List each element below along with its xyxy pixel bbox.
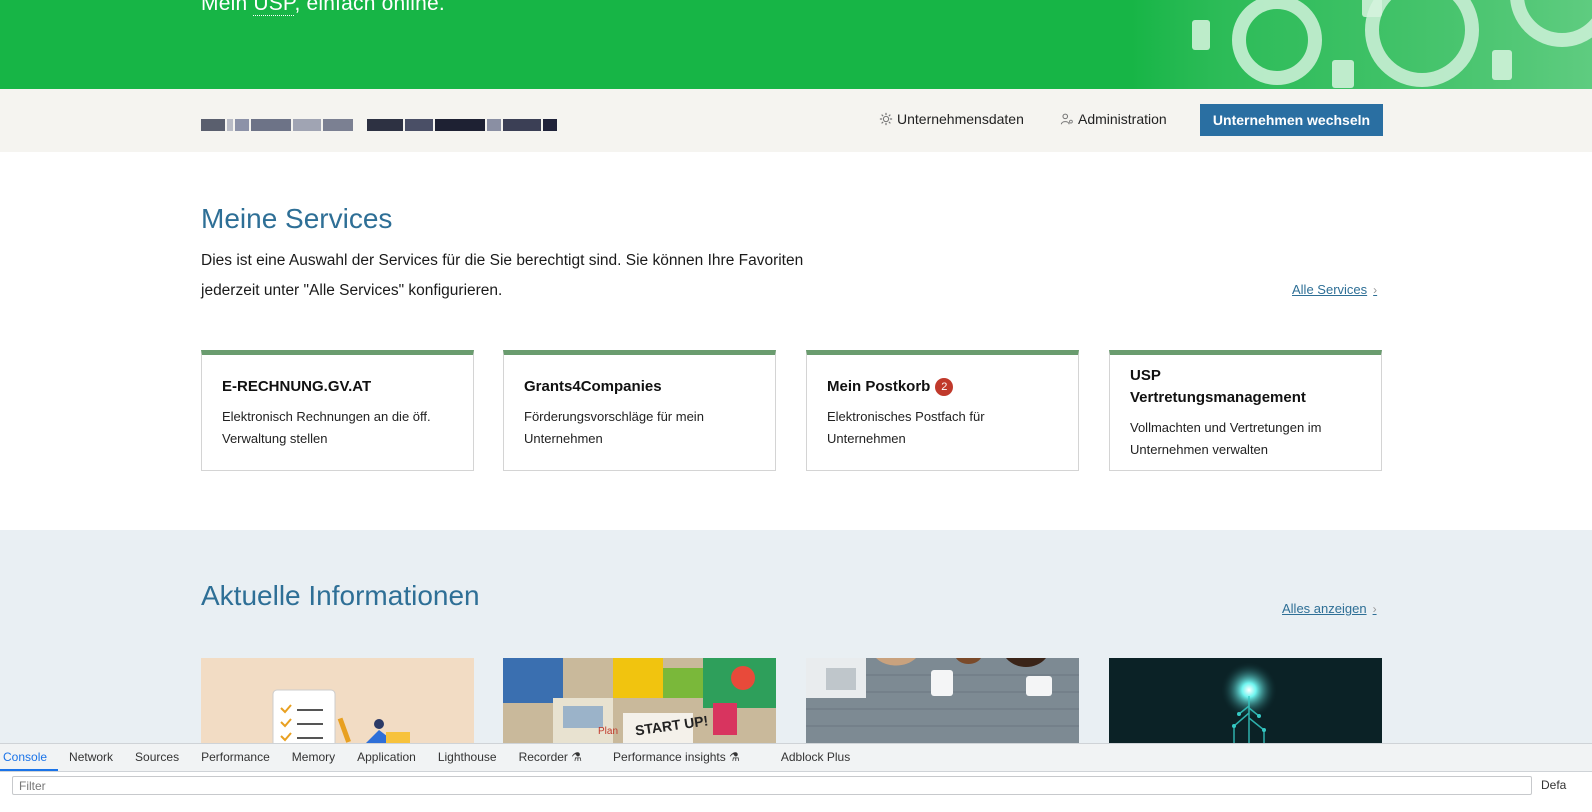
devtools-tab-lighthouse[interactable]: Lighthouse — [427, 744, 508, 771]
card-title: E-RECHNUNG.GV.AT — [222, 378, 372, 395]
unread-count-badge: 2 — [935, 378, 954, 396]
flask-icon: ⚗ — [729, 750, 740, 764]
chevron-right-icon: › — [1373, 282, 1378, 297]
card-title: Mein Postkorb 2 — [827, 376, 1058, 398]
card-title: USP Vertretungsmanagement — [1130, 367, 1306, 406]
devtools-tab-performance-insights[interactable]: Performance insights ⚗ — [593, 744, 751, 771]
show-all-news-link[interactable]: Alles anzeigen › — [1282, 601, 1377, 616]
services-intro: Dies ist eine Auswahl der Services für d… — [201, 252, 804, 299]
switch-company-button[interactable]: Unternehmen wechseln — [1200, 104, 1383, 136]
devtools-tab-network[interactable]: Network — [58, 744, 124, 771]
user-gear-icon — [1060, 113, 1073, 125]
news-image-digital-tree[interactable] — [1109, 658, 1382, 743]
service-card-erechnung[interactable]: E-RECHNUNG.GV.AT Elektronisch Rechnungen… — [201, 350, 474, 471]
card-title: Grants4Companies — [524, 378, 662, 395]
log-levels-dropdown[interactable]: Defa — [1541, 778, 1566, 792]
flask-icon: ⚗ — [571, 750, 583, 764]
nav-unternehmensdaten[interactable]: Unternehmensdaten — [879, 111, 1024, 127]
devtools-panel: Console Network Sources Performance Memo… — [0, 743, 1592, 812]
devtools-tab-performance[interactable]: Performance — [190, 744, 281, 771]
news-image-checklist[interactable] — [201, 658, 474, 743]
devtools-tab-console[interactable]: Console — [0, 744, 59, 771]
card-description: Elektronisches Postfach für Unternehmen — [827, 409, 985, 446]
service-card-grants4companies[interactable]: Grants4Companies Förderungsvorschläge fü… — [503, 350, 776, 471]
card-description: Elektronisch Rechnungen an die öff. Verw… — [222, 409, 431, 446]
devices-illustration — [806, 658, 1079, 743]
card-description: Förderungsvorschläge für mein Unternehme… — [524, 409, 704, 446]
hero-banner: Mein USP, einfach online. — [0, 0, 1592, 89]
checklist-illustration — [201, 658, 474, 743]
devtools-tab-application[interactable]: Application — [346, 744, 427, 771]
digital-tree-illustration — [1109, 658, 1382, 743]
startup-illustration: START UP! Plan — [503, 658, 776, 743]
chevron-right-icon: › — [1372, 601, 1377, 616]
devtools-tab-bar: Console Network Sources Performance Memo… — [0, 744, 1592, 772]
news-heading: Aktuelle Informationen — [201, 580, 480, 611]
service-card-postkorb[interactable]: Mein Postkorb 2 Elektronisches Postfach f… — [806, 350, 1079, 471]
devtools-tab-recorder[interactable]: Recorder ⚗ — [508, 744, 593, 771]
hero-tagline: Mein USP, einfach online. — [201, 0, 445, 16]
console-filter-input[interactable] — [12, 776, 1532, 795]
nav-administration[interactable]: Administration — [1060, 111, 1167, 127]
news-image-startup[interactable]: START UP! Plan — [503, 658, 776, 743]
company-name-redacted — [201, 116, 577, 131]
usp-abbr: USP — [253, 0, 295, 16]
card-description: Vollmachten und Vertretungen im Unterneh… — [1130, 420, 1322, 457]
gear-icon — [879, 112, 893, 126]
svg-text:Plan: Plan — [598, 726, 618, 737]
all-services-link[interactable]: Alle Services › — [1292, 282, 1377, 297]
devtools-tab-sources[interactable]: Sources — [124, 744, 190, 771]
news-image-devices[interactable] — [806, 658, 1079, 743]
devtools-tab-memory[interactable]: Memory — [281, 744, 346, 771]
services-heading: Meine Services — [201, 203, 393, 234]
page: Mein USP, einfach online. Unternehmensda… — [0, 0, 1592, 812]
devtools-console-toolbar: Defa — [0, 772, 1592, 800]
devtools-tab-adblock-plus[interactable]: Adblock Plus — [751, 744, 861, 771]
service-card-vertretungsmanagement[interactable]: USP Vertretungsmanagement Vollmachten un… — [1109, 350, 1382, 471]
gears-illustration — [1132, 0, 1592, 89]
